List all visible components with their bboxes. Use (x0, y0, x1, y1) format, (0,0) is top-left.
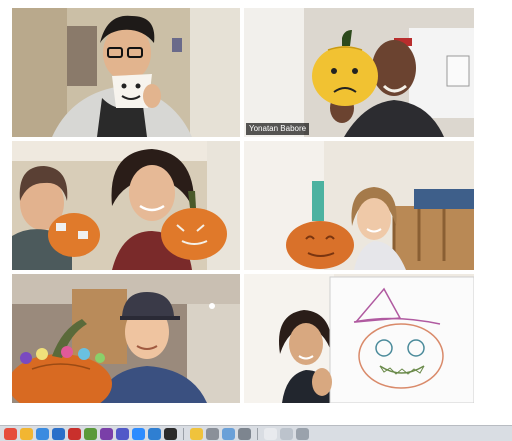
dock-separator (257, 427, 258, 440)
participant-name: Yonatan Babore (246, 123, 310, 135)
zoom-icon[interactable] (132, 427, 145, 440)
terminal-icon[interactable] (164, 427, 177, 440)
finder-icon[interactable] (4, 427, 17, 440)
video-feed-6 (244, 274, 474, 403)
video-feed-3 (12, 141, 240, 270)
video-tile-5[interactable] (12, 274, 240, 403)
dock-separator (183, 427, 184, 440)
video-tile-2[interactable]: Yonatan Babore (244, 8, 474, 137)
chrome-icon[interactable] (20, 427, 33, 440)
folder-icon[interactable] (280, 427, 293, 440)
video-feed-1 (12, 8, 240, 137)
disk-icon[interactable] (206, 427, 219, 440)
video-tile-4[interactable] (244, 141, 474, 270)
notes-icon[interactable] (190, 427, 203, 440)
dock-taskbar (0, 425, 512, 441)
zoom-gallery-view: Yonatan Babore (0, 0, 487, 422)
trash-icon[interactable] (296, 427, 309, 440)
vscode-icon[interactable] (52, 427, 65, 440)
video-tile-3[interactable] (12, 141, 240, 270)
video-tile-6[interactable] (244, 274, 474, 403)
safari-icon[interactable] (36, 427, 49, 440)
slack-icon[interactable] (84, 427, 97, 440)
video-tile-1[interactable] (12, 8, 240, 137)
preview-icon[interactable] (222, 427, 235, 440)
onenote-icon[interactable] (100, 427, 113, 440)
video-feed-4 (244, 141, 474, 270)
calendar-icon[interactable] (148, 427, 161, 440)
teams-icon[interactable] (116, 427, 129, 440)
video-feed-5 (12, 274, 240, 403)
mail-icon[interactable] (68, 427, 81, 440)
video-feed-2 (244, 8, 474, 137)
document-icon[interactable] (264, 427, 277, 440)
settings-icon[interactable] (238, 427, 251, 440)
